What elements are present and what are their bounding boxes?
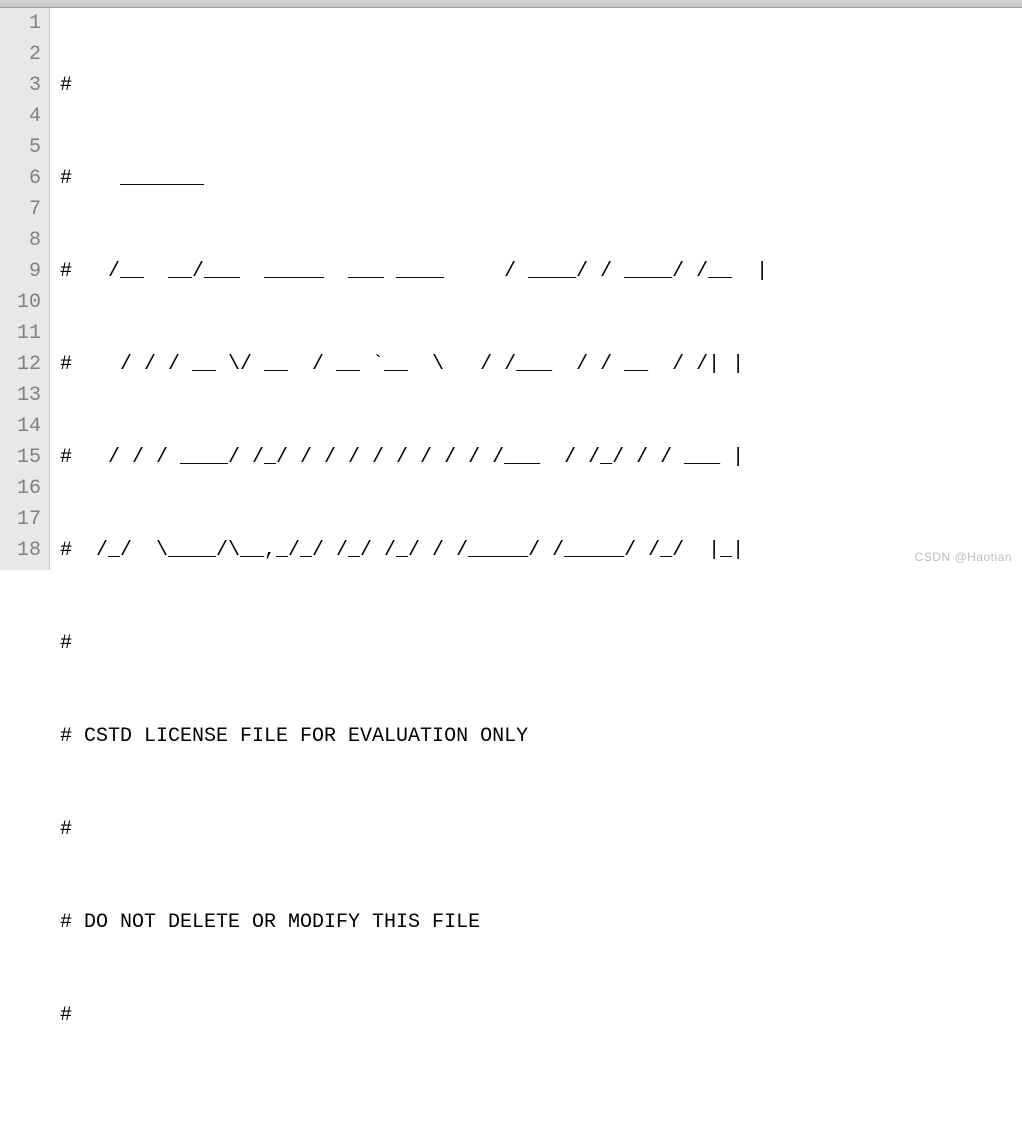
line-number: 4 — [0, 101, 41, 132]
code-line[interactable]: # — [60, 70, 1022, 101]
line-number: 15 — [0, 442, 41, 473]
line-number: 7 — [0, 194, 41, 225]
top-ruler — [0, 0, 1022, 8]
line-number-gutter: 1 2 3 4 5 6 7 8 9 10 11 12 13 14 15 16 1… — [0, 8, 50, 570]
code-line[interactable]: # — [60, 1000, 1022, 1031]
line-number: 11 — [0, 318, 41, 349]
code-line[interactable]: # CSTD LICENSE FILE FOR EVALUATION ONLY — [60, 721, 1022, 752]
line-number: 14 — [0, 411, 41, 442]
code-line[interactable] — [60, 1093, 1022, 1124]
line-number: 16 — [0, 473, 41, 504]
watermark: CSDN @Haotian — [915, 550, 1012, 564]
code-line[interactable]: # /_/ \____/\__,_/_/ /_/ /_/ / /_____/ /… — [60, 535, 1022, 566]
line-number: 13 — [0, 380, 41, 411]
code-line[interactable]: # / / / ____/ /_/ / / / / / / / / /___ /… — [60, 442, 1022, 473]
code-line[interactable]: # — [60, 814, 1022, 845]
code-line[interactable]: # / / / __ \/ __ / __ `__ \ / /___ / / _… — [60, 349, 1022, 380]
line-number: 9 — [0, 256, 41, 287]
line-number: 10 — [0, 287, 41, 318]
code-line[interactable]: # DO NOT DELETE OR MODIFY THIS FILE — [60, 907, 1022, 938]
line-number: 1 — [0, 8, 41, 39]
code-content[interactable]: # # _______ # /__ __/___ _____ ___ ____ … — [50, 8, 1022, 570]
line-number: 17 — [0, 504, 41, 535]
code-line[interactable]: # /__ __/___ _____ ___ ____ / ____/ / __… — [60, 256, 1022, 287]
line-number: 8 — [0, 225, 41, 256]
line-number: 3 — [0, 70, 41, 101]
line-number: 2 — [0, 39, 41, 70]
code-line[interactable]: # _______ — [60, 163, 1022, 194]
line-number: 5 — [0, 132, 41, 163]
code-line[interactable]: # — [60, 628, 1022, 659]
line-number: 18 — [0, 535, 41, 566]
code-editor: 1 2 3 4 5 6 7 8 9 10 11 12 13 14 15 16 1… — [0, 8, 1022, 570]
line-number: 6 — [0, 163, 41, 194]
line-number: 12 — [0, 349, 41, 380]
